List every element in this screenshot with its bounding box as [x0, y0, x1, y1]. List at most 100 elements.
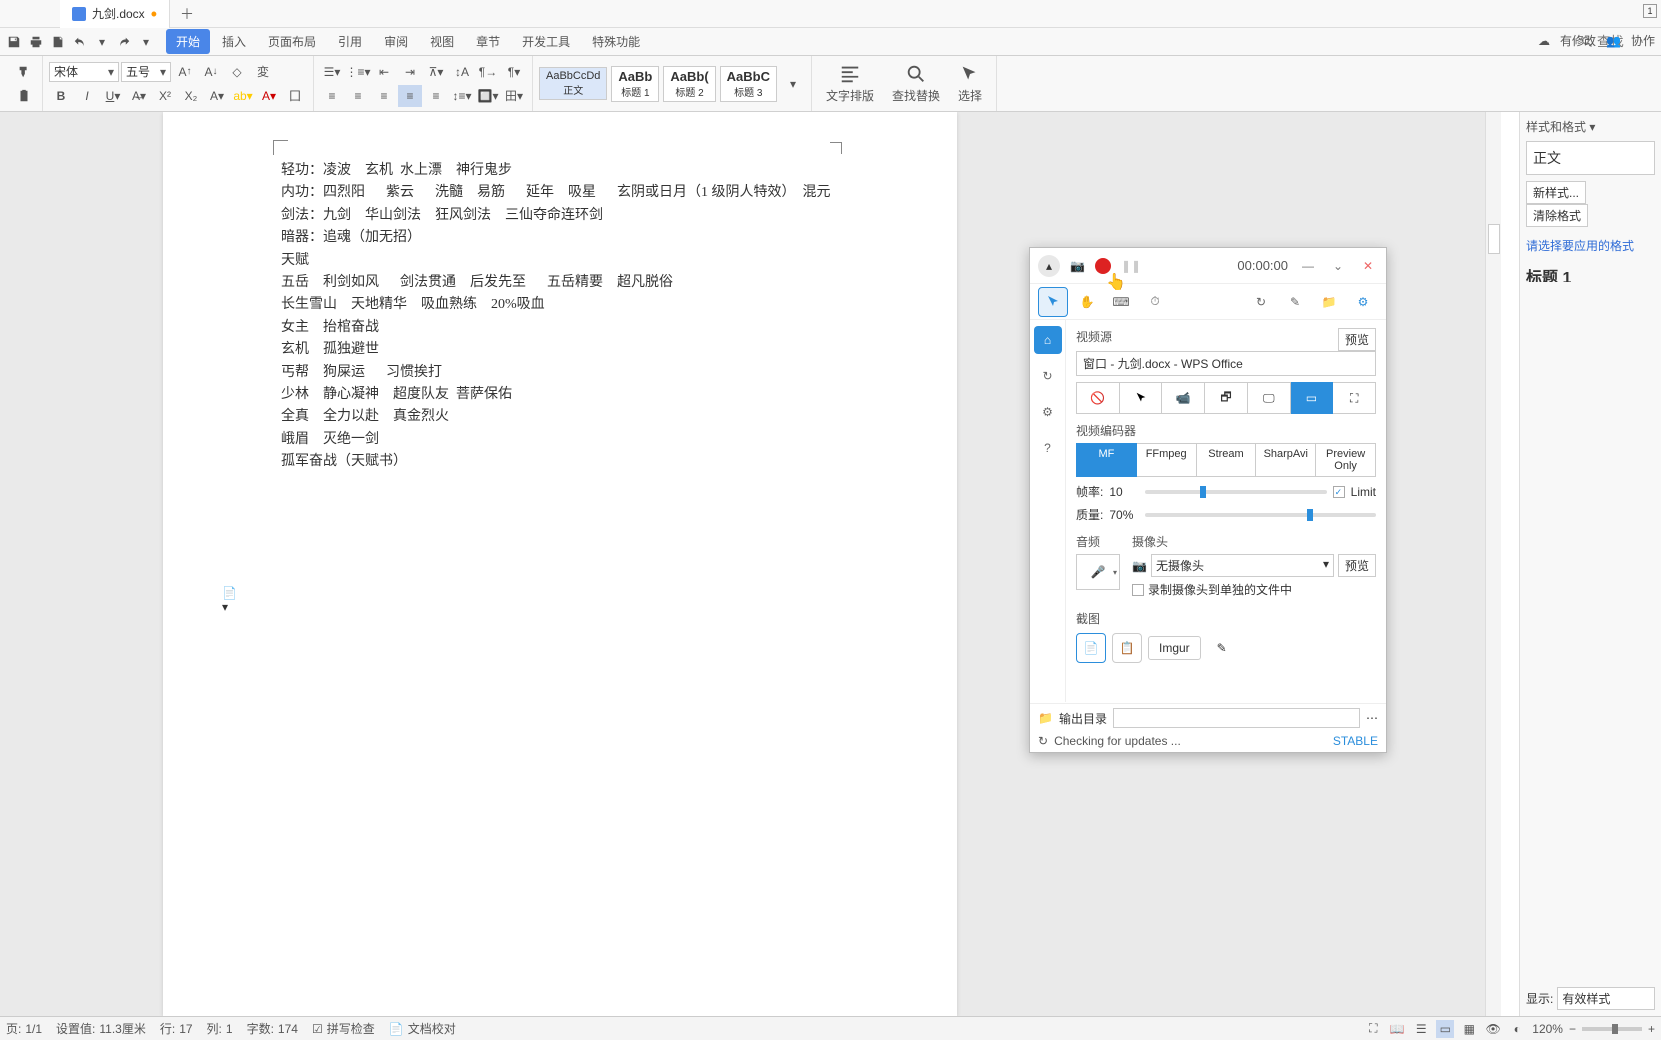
view-read-button[interactable]: 📖 — [1388, 1020, 1406, 1038]
settings-button[interactable]: ⚙ — [1348, 287, 1378, 317]
encoder-mf[interactable]: MF — [1076, 443, 1137, 477]
increase-indent-button[interactable]: ⇥ — [398, 61, 422, 83]
bold-button[interactable]: B — [49, 85, 73, 107]
redo-button[interactable] — [114, 32, 134, 52]
camera-select[interactable]: 无摄像头 ▾ — [1151, 554, 1334, 577]
show-marks-button[interactable]: ¶▾ — [502, 61, 526, 83]
bullets-button[interactable]: ☰▾ — [320, 61, 344, 83]
char-border-button[interactable]: 囗 — [283, 85, 307, 107]
insert-float-button[interactable]: 📄▾ — [222, 592, 238, 608]
proof-button[interactable]: 📄 文档校对 — [389, 1020, 456, 1037]
text-layout-button[interactable]: 文字排版 — [818, 61, 882, 106]
separate-file-checkbox[interactable] — [1132, 584, 1144, 596]
screen-source-button[interactable]: 🖵 — [1248, 382, 1291, 414]
webcam-source-button[interactable]: 📹 — [1162, 382, 1205, 414]
style-list-cutoff[interactable]: 标题 1 — [1526, 264, 1655, 282]
keyboard-tool[interactable]: ⌨ — [1106, 287, 1136, 317]
imgur-button[interactable]: Imgur — [1148, 636, 1201, 660]
stable-badge[interactable]: STABLE — [1333, 734, 1378, 748]
undo-dropdown[interactable]: ▾ — [92, 32, 112, 52]
region-source-button[interactable]: ▭ — [1291, 382, 1334, 414]
superscript-button[interactable]: X² — [153, 85, 177, 107]
style-heading2[interactable]: AaBb(标题 2 — [663, 66, 715, 102]
new-style-button[interactable]: 新样式... — [1526, 181, 1586, 204]
document-tab[interactable]: 九剑.docx • — [60, 0, 170, 28]
italic-button[interactable]: I — [75, 85, 99, 107]
find-replace-button[interactable]: 查找替换 — [884, 61, 948, 106]
no-video-button[interactable]: 🚫 — [1076, 382, 1120, 414]
view-mode-button[interactable]: ◐ — [1508, 1020, 1526, 1038]
current-style[interactable]: 正文 — [1526, 141, 1655, 175]
ribbon-tab-section[interactable]: 章节 — [466, 29, 510, 54]
highlight-button[interactable]: ab▾ — [231, 85, 255, 107]
sort-button[interactable]: ↕A — [450, 61, 474, 83]
pause-button[interactable]: ❚❚ — [1121, 259, 1141, 273]
encoder-preview[interactable]: Preview Only — [1316, 443, 1376, 477]
numbering-button[interactable]: ⋮≡▾ — [346, 61, 370, 83]
ribbon-tab-insert[interactable]: 插入 — [212, 29, 256, 54]
underline-button[interactable]: U▾ — [101, 85, 125, 107]
encoder-stream[interactable]: Stream — [1197, 443, 1257, 477]
window-source-button[interactable]: 🗗 — [1205, 382, 1248, 414]
expand-button[interactable]: ⌄ — [1328, 256, 1348, 276]
zoom-in-button[interactable]: + — [1648, 1022, 1655, 1036]
increase-font-button[interactable]: A↑ — [173, 61, 197, 83]
page[interactable]: 轻功：凌波 玄机 水上漂 神行鬼步 内功：四烈阳 紫云 洗髓 易筋 延年 吸星 … — [163, 112, 957, 1016]
quality-slider[interactable] — [1145, 513, 1376, 517]
align-right-button[interactable]: ≡ — [372, 85, 396, 107]
ribbon-tab-special[interactable]: 特殊功能 — [582, 29, 650, 54]
add-tab-button[interactable]: ＋ — [170, 4, 204, 24]
screenshot-save-button[interactable]: 📄 — [1076, 633, 1106, 663]
fullscreen-button[interactable]: ⛶ — [1364, 1020, 1382, 1038]
camera-preview-button[interactable]: 预览 — [1338, 554, 1376, 577]
style-normal[interactable]: AaBbCcDd正文 — [539, 67, 607, 100]
screenshot-edit-button[interactable]: ✎ — [1207, 633, 1237, 663]
ribbon-tab-reference[interactable]: 引用 — [328, 29, 372, 54]
output-more-button[interactable]: ⋯ — [1366, 711, 1378, 725]
print-button[interactable] — [26, 32, 46, 52]
decrease-font-button[interactable]: A↓ — [199, 61, 223, 83]
style-heading1[interactable]: AaBb标题 1 — [611, 66, 659, 102]
line-spacing-button[interactable]: ↕≡▾ — [450, 85, 474, 107]
borders-button[interactable]: 田▾ — [502, 85, 526, 107]
folder-button[interactable]: 📁 — [1314, 287, 1344, 317]
status-words[interactable]: 字数: 174 — [247, 1020, 298, 1037]
zoom-value[interactable]: 120% — [1532, 1022, 1563, 1036]
font-color-button[interactable]: A▾ — [257, 85, 281, 107]
paste-button[interactable] — [12, 85, 36, 107]
zoom-slider[interactable] — [1582, 1027, 1642, 1031]
view-page-button[interactable]: ▭ — [1436, 1020, 1454, 1038]
ribbon-tab-view[interactable]: 视图 — [420, 29, 464, 54]
ribbon-tab-layout[interactable]: 页面布局 — [258, 29, 326, 54]
font-size-select[interactable]: 五号▾ — [121, 62, 171, 82]
style-heading3[interactable]: AaBbC标题 3 — [720, 66, 777, 102]
encoder-sharpavi[interactable]: SharpAvi — [1256, 443, 1316, 477]
ribbon-tab-start[interactable]: 开始 — [166, 29, 210, 54]
collapse-icon[interactable]: ▴ — [1038, 255, 1060, 277]
recorder-titlebar[interactable]: ▴ 📷 ❚❚ 00:00:00 — ⌄ ✕ — [1030, 248, 1386, 284]
format-painter-button[interactable] — [12, 61, 36, 83]
record-button[interactable] — [1095, 258, 1111, 274]
refresh-button[interactable]: ↻ — [1246, 287, 1276, 317]
text-effect-button[interactable]: A▾ — [205, 85, 229, 107]
clear-format-button[interactable]: ◇ — [225, 61, 249, 83]
save-button[interactable] — [4, 32, 24, 52]
vertical-scrollbar[interactable] — [1485, 112, 1501, 1016]
redo-dropdown[interactable]: ▾ — [136, 32, 156, 52]
font-family-select[interactable]: 宋体▾ — [49, 62, 119, 82]
settings-tab[interactable]: ⚙ — [1034, 398, 1062, 426]
align-distribute-button[interactable]: ≡ — [424, 85, 448, 107]
has-changes-button[interactable]: 有修改 — [1560, 32, 1596, 49]
hand-tool[interactable]: ✋ — [1072, 287, 1102, 317]
minimize-button[interactable]: — — [1298, 256, 1318, 276]
pen-tool[interactable]: ✎ — [1280, 287, 1310, 317]
encoder-ffmpeg[interactable]: FFmpeg — [1137, 443, 1197, 477]
limit-checkbox[interactable] — [1333, 486, 1345, 498]
tab-stop-button[interactable]: ⊼▾ — [424, 61, 448, 83]
fps-slider[interactable] — [1145, 490, 1326, 494]
scrollbar-handle[interactable] — [1488, 224, 1500, 254]
fullscreen-source-button[interactable]: ⛶ — [1333, 382, 1376, 414]
decrease-indent-button[interactable]: ⇤ — [372, 61, 396, 83]
timer-tool[interactable]: ⏱ — [1140, 287, 1170, 317]
align-left-button[interactable]: ≡ — [320, 85, 344, 107]
